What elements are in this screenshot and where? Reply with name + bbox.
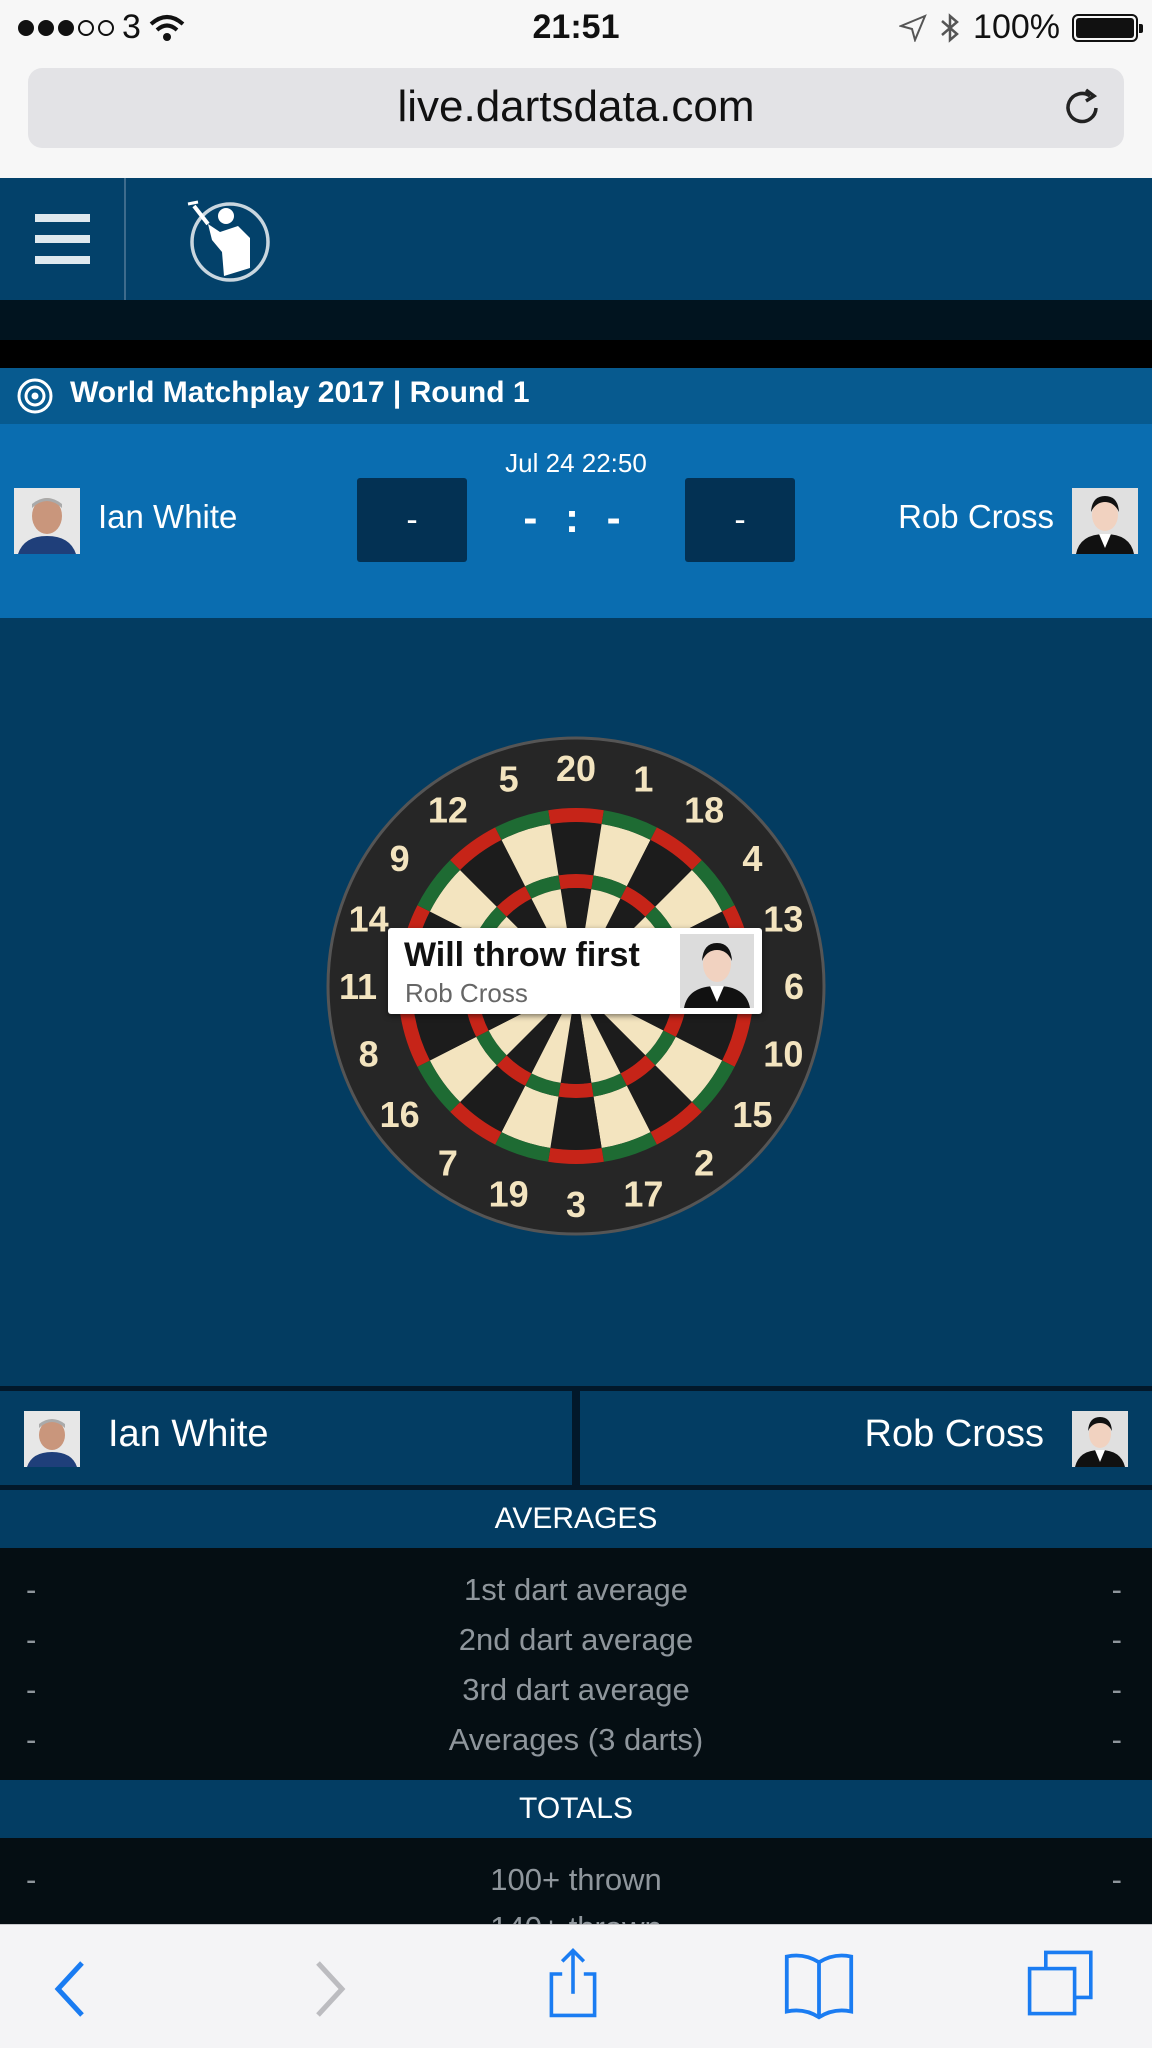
totals-table: - 100+ thrown - - 140+ thrown - [0,1838,1152,1938]
stat-right-value: - [1111,1622,1122,1657]
board-number: 3 [566,1184,586,1225]
stat-row: - Averages (3 darts) - [0,1716,1152,1766]
board-number: 5 [499,759,519,800]
player2-name[interactable]: Rob Cross [898,498,1054,536]
target-icon [17,378,53,414]
tournament-title: World Matchplay 2017 | Round 1 [70,376,530,409]
board-number: 1 [633,759,653,800]
board-number: 13 [763,899,803,940]
averages-table: - 1st dart average - - 2nd dart average … [0,1548,1152,1780]
stat-label: 2nd dart average [458,1622,694,1657]
site-header [0,178,1152,300]
board-double [548,1147,604,1164]
totals-heading: TOTALS [0,1780,1152,1838]
back-icon[interactable] [32,1953,112,2025]
battery-icon [1072,13,1143,42]
board-number: 18 [684,790,724,831]
stat-row: - 100+ thrown - [0,1856,1152,1906]
board-number: 20 [556,748,596,789]
stat-right-value: - [1111,1572,1122,1607]
player2-score: - [685,478,795,562]
stat-label: 1st dart average [463,1572,689,1607]
url-field[interactable]: live.dartsdata.com [28,68,1124,148]
match-date: Jul 24 22:50 [505,448,647,478]
first-throw-avatar [680,934,754,1008]
hamburger-menu-icon[interactable] [0,178,126,300]
board-number: 12 [428,790,468,831]
status-bar: 3 21:51 100% [0,0,1152,58]
board-number: 2 [694,1142,714,1183]
board-number: 14 [349,899,389,940]
player2-avatar [1072,488,1138,554]
first-throw-card: Will throw first Rob Cross [388,928,762,1014]
reload-icon[interactable] [1060,86,1104,130]
stat-right-value: - [1111,1722,1122,1757]
url-text: live.dartsdata.com [397,82,755,131]
board-number: 15 [732,1094,772,1135]
board-number: 8 [359,1033,379,1074]
stat-right-value: - [1111,1862,1122,1897]
board-number: 11 [339,966,377,1007]
share-icon[interactable] [533,1947,613,2019]
first-throw-player: Rob Cross [405,978,528,1008]
board-number: 4 [742,838,762,879]
stat-row: - 2nd dart average - [0,1616,1152,1666]
player2-panel-name: Rob Cross [864,1413,1045,1455]
board-segment-outer [550,1096,602,1150]
player1-panel[interactable]: Ian White [0,1391,572,1485]
player2-panel-avatar [1072,1411,1128,1467]
averages-heading: AVERAGES [0,1490,1152,1548]
player1-panel-name: Ian White [108,1413,269,1455]
match-score-header: Ian White Jul 24 22:50 - - : - - Rob Cro… [0,424,1152,618]
board-triple [558,1082,594,1098]
board-number: 6 [784,966,804,1007]
battery-percent: 100% [973,8,1060,46]
player2-panel[interactable]: Rob Cross [580,1391,1152,1485]
tabs-icon[interactable] [1022,1947,1102,2019]
board-segment-outer [550,822,602,876]
bookmarks-icon[interactable] [779,1949,859,2021]
stat-right-value: - [1111,1672,1122,1707]
stat-row: - 3rd dart average - [0,1666,1152,1716]
board-number: 7 [438,1142,458,1183]
board-triple [558,874,594,890]
first-throw-title: Will throw first [404,936,640,974]
browser-address-area: live.dartsdata.com [0,58,1152,178]
ad-strip [0,300,1152,368]
board-double [548,808,604,825]
board-number: 9 [390,838,410,879]
stat-label: Averages (3 darts) [448,1722,704,1757]
player-panels: Ian White Rob Cross [0,1386,1152,1490]
board-number: 10 [763,1033,803,1074]
stat-label: 3rd dart average [462,1672,690,1707]
board-number: 19 [489,1173,529,1214]
browser-toolbar [0,1924,1152,2048]
stat-row: - 1st dart average - [0,1566,1152,1616]
tournament-bar: World Matchplay 2017 | Round 1 [0,368,1152,424]
player1-panel-avatar [24,1411,80,1467]
dart-player-logo-icon[interactable] [186,198,270,282]
location-arrow-icon [899,13,927,42]
board-number: 17 [623,1173,663,1214]
dartboard-area: 20 1 18 4 13 6 10 15 2 17 3 19 7 16 8 11 14 9 12 5 Will thr… [0,618,1152,1386]
forward-icon[interactable] [288,1953,368,2025]
bluetooth-icon [941,12,959,43]
stat-label: 100+ thrown [490,1862,662,1897]
board-number: 16 [380,1094,420,1135]
